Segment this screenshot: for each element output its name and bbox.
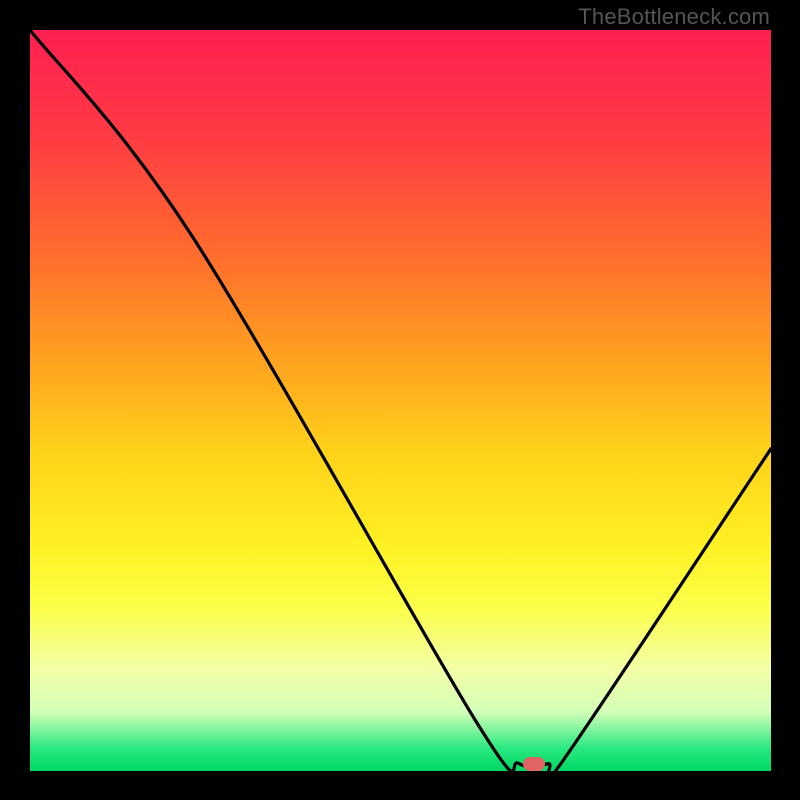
chart-frame: [30, 30, 771, 771]
curve-svg: [30, 30, 771, 771]
optimal-marker: [523, 757, 545, 771]
bottleneck-curve: [30, 30, 771, 771]
watermark-label: TheBottleneck.com: [578, 4, 770, 30]
